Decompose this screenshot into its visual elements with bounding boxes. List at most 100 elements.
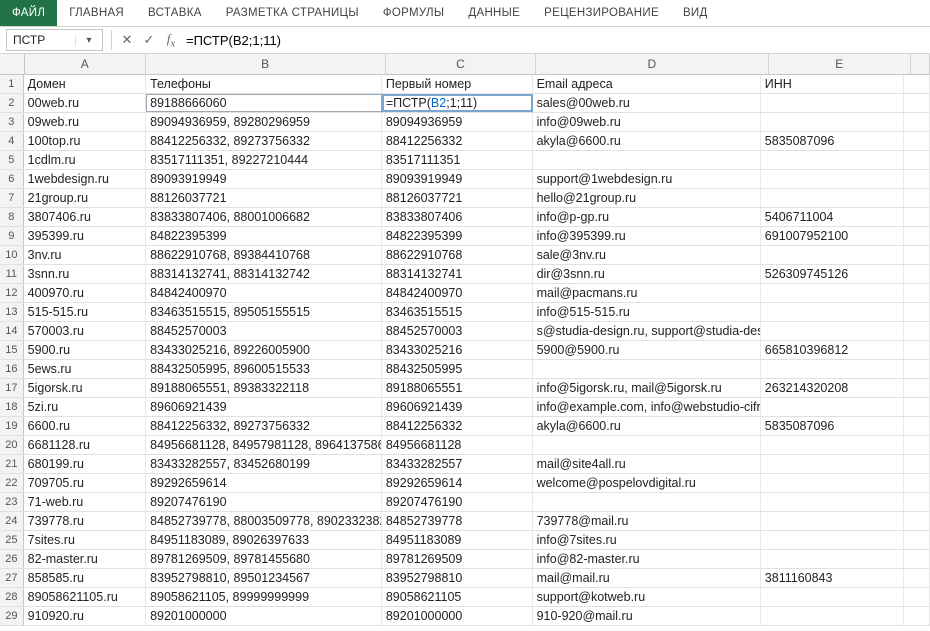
cell[interactable]: 739778.ru [24,512,146,530]
tab-view[interactable]: ВИД [671,0,720,26]
cell[interactable]: info@82-master.ru [533,550,761,568]
cell[interactable]: 910920.ru [24,607,146,625]
cell[interactable]: 88622910768 [382,246,533,264]
col-header-F[interactable] [911,54,930,74]
cell[interactable] [904,531,930,549]
cell[interactable]: 100top.ru [24,132,146,150]
cell[interactable] [761,113,904,131]
cell[interactable] [761,398,904,416]
cell[interactable]: Домен [24,75,146,93]
cell[interactable] [904,75,930,93]
cell[interactable]: 88432505995, 89600515533 [146,360,382,378]
cell[interactable]: 09web.ru [24,113,146,131]
cell[interactable]: support@1webdesign.ru [533,170,761,188]
cell[interactable]: 88126037721 [146,189,382,207]
cell[interactable] [533,436,761,454]
cell[interactable]: 89201000000 [146,607,382,625]
cell[interactable]: 570003.ru [24,322,146,340]
row-header[interactable]: 19 [0,417,24,435]
cell[interactable]: 400970.ru [24,284,146,302]
cell[interactable]: 89094936959 [382,113,533,131]
cell[interactable]: 83463515515 [382,303,533,321]
cell[interactable] [761,588,904,606]
cell[interactable]: mail@mail.ru [533,569,761,587]
cell[interactable]: s@studia-design.ru, support@studia-desig… [533,322,761,340]
cell[interactable] [761,94,904,112]
cell[interactable]: 89207476190 [382,493,533,511]
row-header[interactable]: 23 [0,493,24,511]
cell[interactable]: 83433025216, 89226005900 [146,341,382,359]
row-header[interactable]: 13 [0,303,24,321]
cell[interactable]: 88314132741, 88314132742 [146,265,382,283]
cell[interactable] [533,493,761,511]
cell[interactable]: 83517111351 [382,151,533,169]
tab-data[interactable]: ДАННЫЕ [456,0,532,26]
cell[interactable] [904,493,930,511]
cell[interactable]: support@kotweb.ru [533,588,761,606]
row-header[interactable]: 16 [0,360,24,378]
cell[interactable]: 910-920@mail.ru [533,607,761,625]
cell[interactable]: 00web.ru [24,94,146,112]
col-header-D[interactable]: D [536,54,768,74]
cell[interactable] [761,531,904,549]
col-header-A[interactable]: A [25,54,146,74]
cell[interactable]: 89058621105, 89999999999 [146,588,382,606]
row-header[interactable]: 14 [0,322,24,340]
cell[interactable] [761,151,904,169]
row-header[interactable]: 25 [0,531,24,549]
cell[interactable] [904,455,930,473]
col-header-E[interactable]: E [769,54,912,74]
cell[interactable]: info@515-515.ru [533,303,761,321]
cell[interactable]: 665810396812 [761,341,904,359]
cell[interactable]: 83433282557 [382,455,533,473]
col-header-B[interactable]: B [146,54,386,74]
cell[interactable]: dir@3snn.ru [533,265,761,283]
cell[interactable]: 526309745126 [761,265,904,283]
cell[interactable] [761,303,904,321]
cell[interactable]: 3nv.ru [24,246,146,264]
cell[interactable]: 5406711004 [761,208,904,226]
cell[interactable]: 89207476190 [146,493,382,511]
cell[interactable]: 89093919949 [146,170,382,188]
cell[interactable] [904,227,930,245]
cell[interactable] [761,512,904,530]
cell[interactable]: 5zi.ru [24,398,146,416]
row-header[interactable]: 7 [0,189,24,207]
cell[interactable] [761,170,904,188]
row-header[interactable]: 21 [0,455,24,473]
cell[interactable]: 89292659614 [146,474,382,492]
cell[interactable]: 6681128.ru [24,436,146,454]
row-header[interactable]: 5 [0,151,24,169]
cell[interactable]: 88622910768, 89384410768 [146,246,382,264]
cell[interactable]: 88412256332, 89273756332 [146,132,382,150]
cell[interactable]: info@example.com, info@webstudio-cifra5.… [533,398,761,416]
cell[interactable]: mail@pacmans.ru [533,284,761,302]
cell[interactable]: 83952798810 [382,569,533,587]
row-header[interactable]: 8 [0,208,24,226]
cell[interactable] [761,436,904,454]
cell[interactable]: 395399.ru [24,227,146,245]
cell[interactable]: sale@3nv.ru [533,246,761,264]
cell[interactable]: 89094936959, 89280296959 [146,113,382,131]
cell[interactable]: 739778@mail.ru [533,512,761,530]
cell[interactable]: 84842400970 [382,284,533,302]
cell[interactable] [904,132,930,150]
cell[interactable]: 88432505995 [382,360,533,378]
cell[interactable]: 1webdesign.ru [24,170,146,188]
select-all-corner[interactable] [0,54,25,74]
cell[interactable]: 89606921439 [146,398,382,416]
row-header[interactable]: 9 [0,227,24,245]
cell[interactable]: 21group.ru [24,189,146,207]
cell[interactable]: 691007952100 [761,227,904,245]
cell[interactable]: 83433282557, 83452680199 [146,455,382,473]
cell[interactable]: 84951183089 [382,531,533,549]
cell[interactable]: 83517111351, 89227210444 [146,151,382,169]
cell[interactable]: 89201000000 [382,607,533,625]
row-header[interactable]: 1 [0,75,24,93]
cell[interactable]: 858585.ru [24,569,146,587]
cell[interactable]: 1cdlm.ru [24,151,146,169]
cell[interactable] [904,379,930,397]
cell[interactable]: 83833807406 [382,208,533,226]
cell[interactable]: Телефоны [146,75,382,93]
cell[interactable]: 7sites.ru [24,531,146,549]
